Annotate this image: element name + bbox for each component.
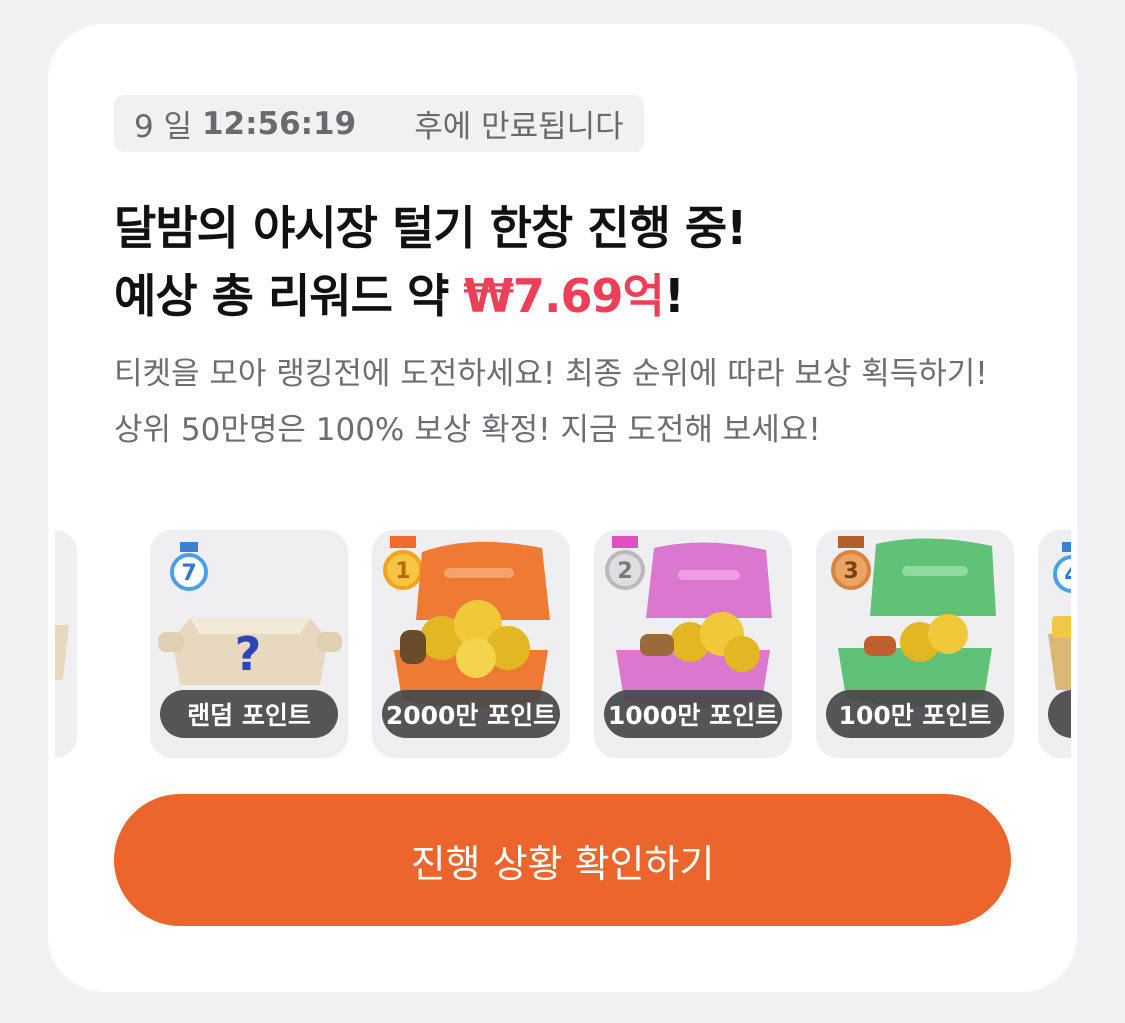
reward-item-rank-4[interactable]: 4 30만 [1038, 530, 1071, 758]
reward-label: 2000만 포인트 [382, 690, 560, 738]
rank-number: 3 [843, 559, 858, 584]
reward-item-rank-1[interactable]: 1 2000만 포인트 [372, 530, 570, 758]
rank-number: 1 [395, 559, 410, 584]
rank-number: 2 [617, 559, 632, 584]
headline-line-2: 예상 총 리워드 약 ₩7.69억! [114, 262, 746, 330]
headline-line-1: 달밤의 야시장 털기 한창 진행 중! [114, 201, 747, 255]
reward-item-rank-2[interactable]: 2 1000만 포인트 [594, 530, 792, 758]
event-headline: 달밤의 야시장 털기 한창 진행 중! 예상 총 리워드 약 ₩7.69억! [114, 194, 747, 330]
reward-label: 1000만 포인트 [604, 690, 782, 738]
countdown-badge: 9 일 12:56:19 후에 만료됩니다 [114, 95, 644, 152]
countdown-days: 9 일 [134, 109, 193, 145]
countdown-time: 12:56:19 [201, 105, 357, 142]
reward-label: 100만 포인트 [826, 690, 1004, 738]
countdown-suffix: 후에 만료됩니다 [414, 109, 624, 145]
event-card: 9 일 12:56:19 후에 만료됩니다 달밤의 야시장 털기 한창 진행 중!… [48, 24, 1077, 992]
reward-item-rank-3[interactable]: 3 100만 포인트 [816, 530, 1014, 758]
reward-amount: ₩7.69억 [463, 269, 665, 323]
reward-item-rank-7[interactable]: 7 ? 랜덤 포인트 [150, 530, 348, 758]
check-progress-button[interactable]: 진행 상황 확인하기 [114, 794, 1011, 926]
headline-prefix: 예상 총 리워드 약 [114, 269, 464, 323]
reward-box-icon [55, 625, 69, 680]
event-description: 티켓을 모아 랭킹전에 도전하세요! 최종 순위에 따라 보상 획득하기!상위 … [114, 356, 988, 448]
headline-suffix: ! [663, 269, 685, 323]
rank-number: 4 [1064, 563, 1071, 588]
reward-carousel[interactable]: 7 ? 랜덤 포인트 1 2000만 포인트 2 1000만 포인트 3 100… [55, 530, 1071, 758]
rank-number: 7 [181, 561, 196, 586]
reward-item-previous[interactable] [55, 530, 77, 758]
reward-label: 랜덤 포인트 [160, 690, 338, 738]
svg-text:?: ? [235, 627, 262, 681]
